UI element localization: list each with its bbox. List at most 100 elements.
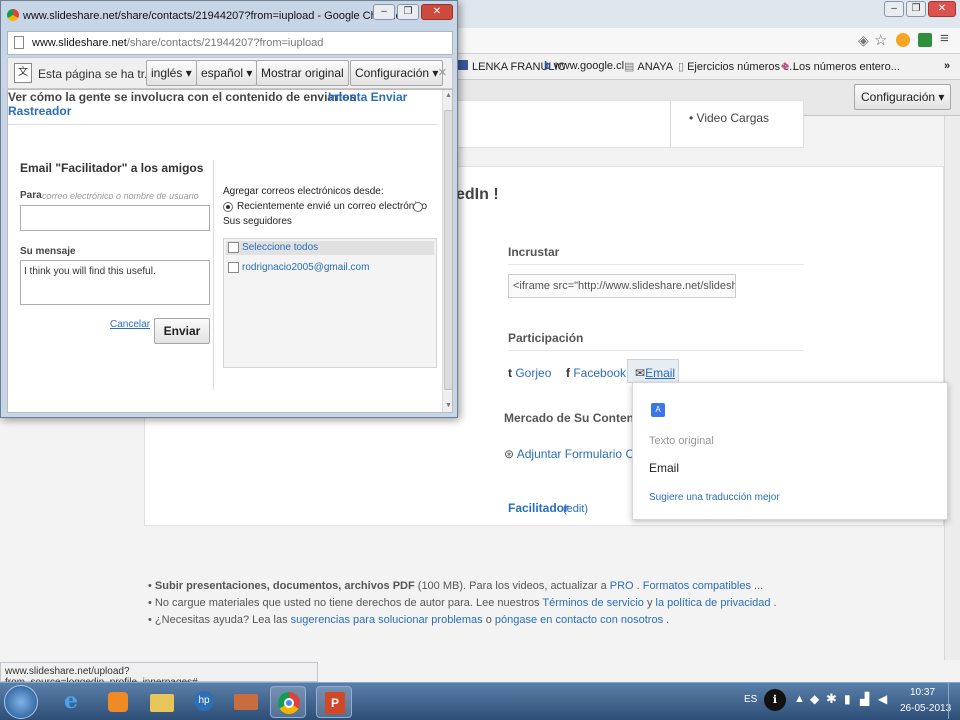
signal-icon[interactable]: ▟ xyxy=(860,692,869,706)
file-explorer-icon[interactable] xyxy=(144,686,180,718)
popup-translate-config-button[interactable]: Configuración ▾ xyxy=(350,60,444,86)
battery-icon[interactable]: ▮ xyxy=(844,692,851,706)
section-heading: edIn ! xyxy=(456,186,499,203)
email-label: Email xyxy=(645,366,676,380)
bookmark-item[interactable]: b www.google.cl xyxy=(544,60,624,72)
bookmark-label: Los números entero... xyxy=(792,61,900,73)
network-tray-icon[interactable]: ◆ xyxy=(810,692,819,706)
scrollbar-thumb[interactable] xyxy=(444,110,452,390)
followers-radio[interactable] xyxy=(413,202,423,212)
footer-line: • Subir presentaciones, documentos, arch… xyxy=(148,580,764,592)
tracker-link[interactable]: Rastreador xyxy=(8,104,71,118)
chrome-icon xyxy=(7,9,19,21)
media-player-icon[interactable] xyxy=(100,686,136,718)
message-textarea[interactable]: I think you will find this useful. xyxy=(20,260,210,305)
twitter-share-link[interactable]: t Gorjeo xyxy=(508,366,551,380)
presentation-app-icon[interactable] xyxy=(228,686,264,718)
volume-icon[interactable]: ◀ xyxy=(878,692,887,706)
status-bar: www.slideshare.net/upload?from_source=lo… xyxy=(0,662,318,688)
troubleshoot-link[interactable]: sugerencias para solucionar problemas xyxy=(291,614,483,626)
source-language-select[interactable]: inglés ▾ xyxy=(146,60,197,86)
cancel-link[interactable]: Cancelar xyxy=(110,319,150,330)
close-button[interactable]: ✕ xyxy=(928,1,956,17)
attach-icon: ⊛ xyxy=(504,447,515,461)
maximize-button[interactable]: ❐ xyxy=(906,1,926,17)
contact-checkbox[interactable] xyxy=(228,262,239,273)
extension-icon[interactable]: ◈ xyxy=(858,32,869,49)
clock-date[interactable]: 26-05-2013 xyxy=(900,703,951,714)
facebook-share-link[interactable]: f Facebook xyxy=(566,366,626,380)
start-button[interactable] xyxy=(4,685,38,719)
footer-text: (100 MB). Para los videos, actualizar a xyxy=(414,580,610,592)
background-address-bar[interactable]: ◈ ☆ ≡ xyxy=(456,28,960,54)
more-bookmarks-button[interactable]: » xyxy=(944,60,950,72)
window-title: www.slideshare.net/share/contacts/219442… xyxy=(23,10,402,22)
bookmark-label: www.google.cl xyxy=(553,60,625,72)
wrench-icon[interactable]: ≡ xyxy=(940,30,949,47)
to-input[interactable] xyxy=(20,205,210,231)
popup-address-bar[interactable]: www.slideshare.net/share/contacts/219442… xyxy=(7,31,453,55)
popup-close-button[interactable]: ✕ xyxy=(421,4,453,20)
popup-maximize-button[interactable]: ❐ xyxy=(397,4,419,20)
try-tracker-link[interactable]: Intenta Enviar xyxy=(328,90,407,104)
bookmark-icon: ❖ xyxy=(780,61,790,73)
privacy-link[interactable]: la política de privacidad xyxy=(656,597,771,609)
footer-text: . xyxy=(633,580,643,592)
hp-icon[interactable]: hp xyxy=(186,686,222,718)
accessibility-icon[interactable]: ℹ xyxy=(764,689,786,711)
minimize-button[interactable]: – xyxy=(884,1,904,17)
show-hidden-icons[interactable]: ▲ xyxy=(794,693,805,705)
bookmark-label: ANAYA xyxy=(637,61,674,73)
bluetooth-icon[interactable]: ✱ xyxy=(826,691,837,707)
extension-green-icon[interactable] xyxy=(918,33,932,47)
list-item: • Video Cargas xyxy=(689,111,770,125)
twitter-icon: t xyxy=(508,366,512,380)
top-card: • Video Cargas xyxy=(456,100,804,148)
facilitator-link[interactable]: Facilitador xyxy=(508,501,569,515)
clock-time[interactable]: 10:37 xyxy=(910,687,935,698)
market-label: Mercado de Su Contenido xyxy=(504,411,653,425)
select-all-checkbox[interactable] xyxy=(228,242,239,253)
scroll-down-icon[interactable]: ▼ xyxy=(445,402,452,409)
send-button[interactable]: Enviar xyxy=(154,318,210,344)
embed-code-field[interactable]: <iframe src="http://www.slideshare.net/s… xyxy=(508,274,736,298)
target-language-select[interactable]: español ▾ xyxy=(196,60,258,86)
bookmark-item[interactable]: ❖ Los números entero... xyxy=(780,60,900,73)
popup-minimize-button[interactable]: – xyxy=(373,4,395,20)
recent-email-radio[interactable] xyxy=(223,202,233,212)
to-label: Para xyxy=(20,190,42,201)
email-share-link[interactable]: ✉Email xyxy=(627,359,679,383)
popup-scrollbar[interactable]: ▲ ▼ xyxy=(442,90,452,412)
list-item[interactable]: rodrignacio2005@gmail.com xyxy=(226,261,434,275)
terms-link[interactable]: Términos de servicio xyxy=(542,597,643,609)
divider xyxy=(670,100,671,148)
firefox-extension-icon[interactable] xyxy=(896,33,910,47)
message-label: Su mensaje xyxy=(20,246,76,257)
show-desktop-button[interactable] xyxy=(948,683,958,719)
powerpoint-icon[interactable]: P xyxy=(316,686,352,718)
chrome-icon[interactable] xyxy=(270,686,306,718)
footer-line: • ¿Necesitas ayuda? Lea las sugerencias … xyxy=(148,614,670,626)
taskbar: e hp P ES ℹ ▲ ◆ ✱ ▮ ▟ ◀ 10:37 26-05-2013 xyxy=(0,682,960,720)
suggest-translation-link[interactable]: Sugiere una traducción mejor xyxy=(649,492,780,503)
internet-explorer-icon[interactable]: e xyxy=(56,686,92,718)
pro-link[interactable]: PRO xyxy=(610,580,634,592)
close-translate-bar-icon[interactable]: × xyxy=(438,64,447,81)
bookmark-item[interactable]: ▤ ANAYA xyxy=(624,60,673,73)
translate-config-button[interactable]: Configuración ▾ xyxy=(854,84,952,110)
target-language-value: español xyxy=(201,66,244,80)
contacts-list: Seleccione todos rodrignacio2005@gmail.c… xyxy=(223,238,437,368)
star-icon[interactable]: ☆ xyxy=(874,31,887,49)
footer-text: Subir presentaciones, documentos, archiv… xyxy=(154,580,415,592)
email-form-title: Email "Facilitador" a los amigos xyxy=(20,161,204,175)
select-all-row[interactable]: Seleccione todos xyxy=(226,241,434,255)
edit-link[interactable]: (edit) xyxy=(563,503,588,515)
scroll-up-icon[interactable]: ▲ xyxy=(445,92,452,99)
list-item-label: Video Cargas xyxy=(696,111,770,125)
footer-text: y xyxy=(643,597,656,609)
show-original-button[interactable]: Mostrar original xyxy=(256,60,349,86)
formats-link[interactable]: Formatos compatibles xyxy=(643,580,751,592)
language-indicator[interactable]: ES xyxy=(744,694,757,705)
facebook-icon: f xyxy=(566,366,570,380)
contact-link[interactable]: póngase en contacto con nosotros xyxy=(495,614,663,626)
